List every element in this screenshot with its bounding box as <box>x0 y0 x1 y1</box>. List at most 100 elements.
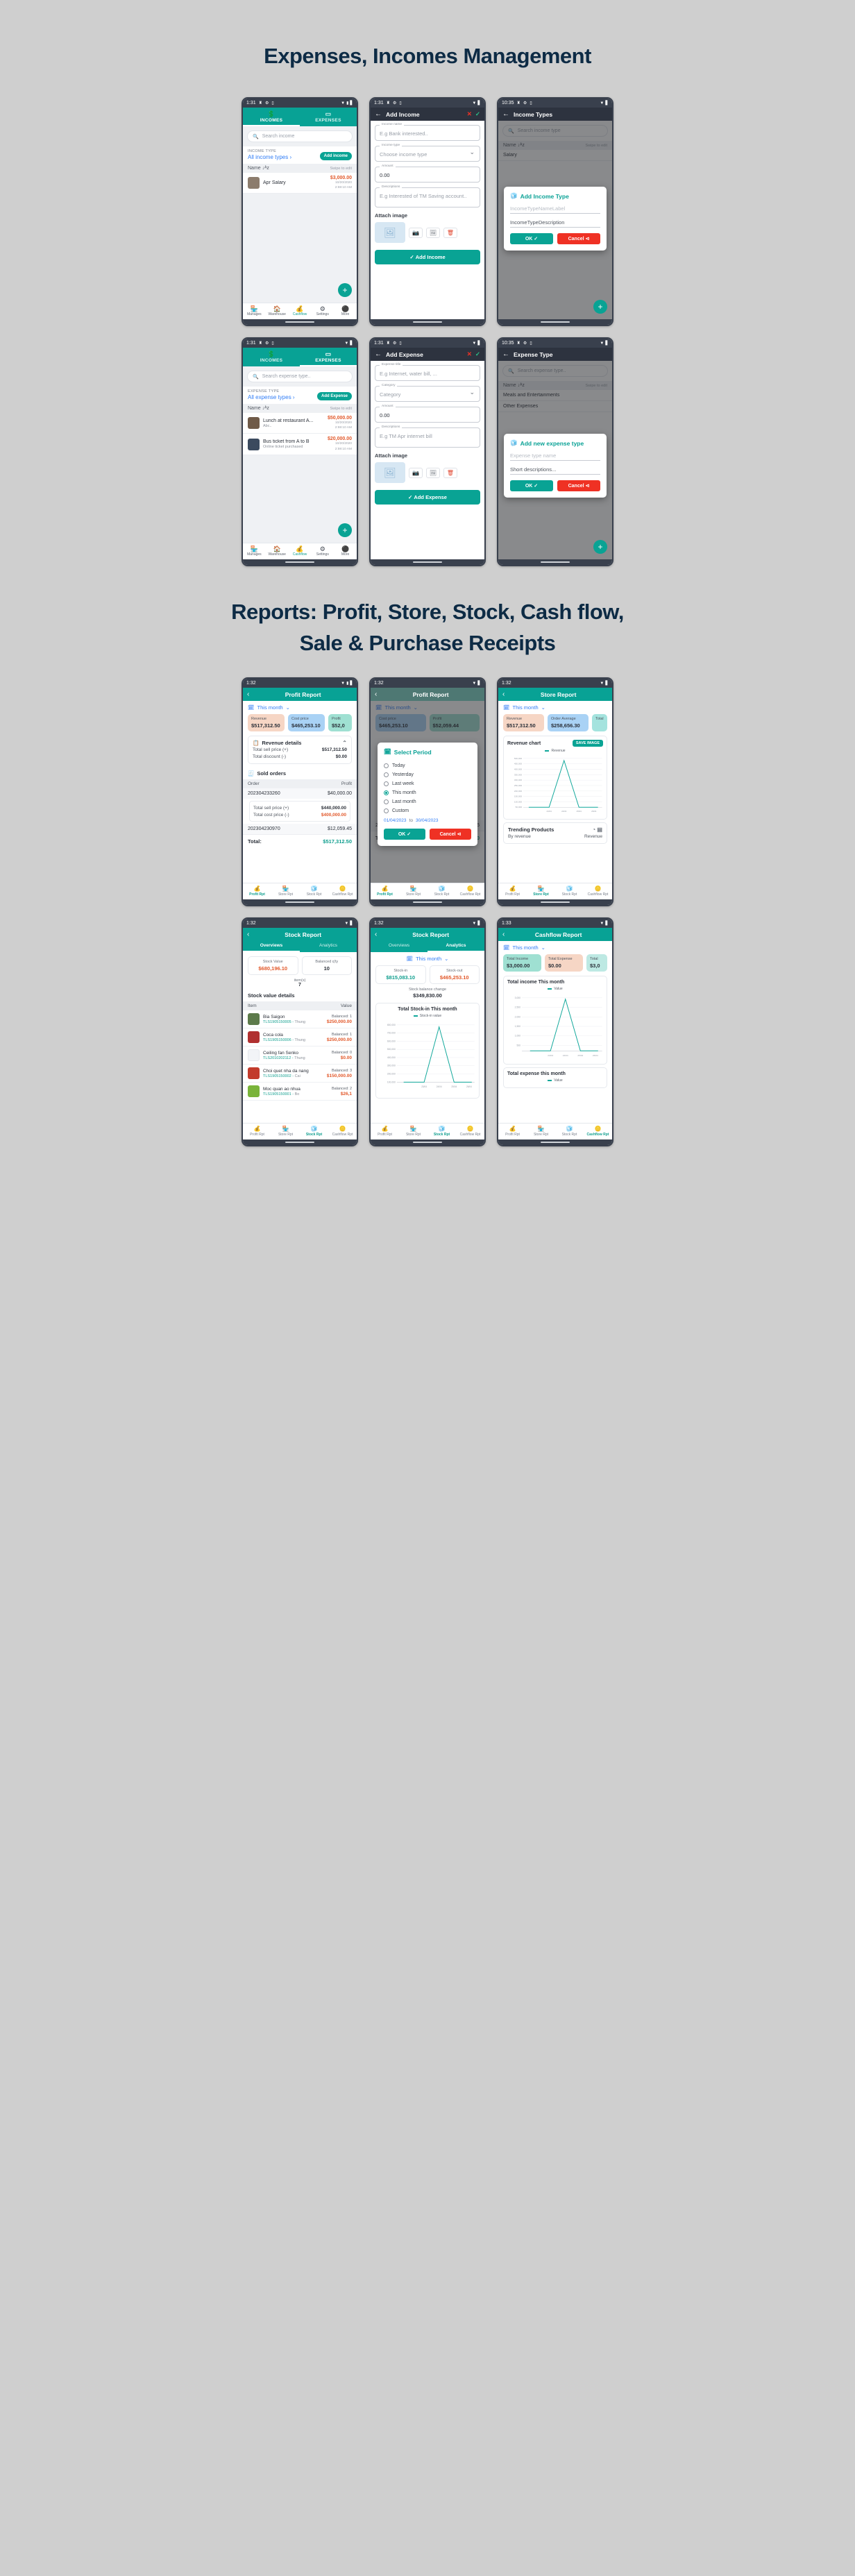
confirm-icon[interactable]: ✓ <box>475 350 480 358</box>
nav-cashflow[interactable]: 💰 Cashflow <box>289 545 312 557</box>
tab-incomes[interactable]: 💲 INCOMES <box>243 348 300 366</box>
back-icon[interactable]: ‹ <box>247 690 249 698</box>
nav-profit-rpt[interactable]: 💰 Profit Rpt <box>243 886 271 897</box>
dialog-ok-button[interactable]: OK ✓ <box>384 829 425 840</box>
add-expense-submit[interactable]: ✓ Add Expense <box>375 490 480 505</box>
table-row[interactable]: Bia Saigon TLS1905150005 - Thung Balance… <box>243 1010 357 1028</box>
period-option-today[interactable]: Today <box>384 761 471 770</box>
table-row[interactable]: Choi quet nha da nang TLS1905150002 - Ca… <box>243 1065 357 1083</box>
nav-stock-rpt[interactable]: 🧊 Stock Rpt <box>555 886 584 897</box>
table-row[interactable]: Ceiling fan Senko TLS2010202112 - Thung … <box>243 1046 357 1065</box>
sort-az-icon[interactable]: ↓ᴬz <box>262 166 269 171</box>
expense-title-field[interactable]: Expense title E.g Internet, water bill, … <box>375 363 480 381</box>
report-nav[interactable]: 💰 Profit Rpt 🏪 Store Rpt 🧊 Stock Rpt 🪙 Cashf… <box>371 1123 484 1139</box>
nav-cashflow-rpt[interactable]: 🪙 Cashflow Rpt <box>328 886 357 897</box>
period-selector[interactable]: 🗓 This month ⌄ <box>243 701 357 714</box>
back-icon[interactable]: ‹ <box>375 931 377 938</box>
back-icon[interactable]: ← <box>502 350 509 358</box>
date-to[interactable]: 30/04/2023 <box>416 818 439 823</box>
sort-az-icon[interactable]: ↓ᴬz <box>262 406 269 411</box>
dialog-cancel-button[interactable]: Cancel ⊲ <box>557 480 600 491</box>
table-row[interactable]: 202304233260 $40,000.00 <box>243 788 357 799</box>
sort-name-label[interactable]: Name <box>248 166 261 171</box>
report-nav[interactable]: 💰 Profit Rpt 🏪 Store Rpt 🧊 Stock Rpt 🪙 Cashf… <box>371 883 484 899</box>
nav-cashflow-rpt[interactable]: 🪙 Cashflow Rpt <box>456 886 484 897</box>
nav-profit-rpt[interactable]: 💰 Profit Rpt <box>498 886 527 897</box>
period-selector[interactable]: 🗓 This month ⌄ <box>498 701 612 714</box>
add-fab-button[interactable]: + <box>338 523 352 537</box>
nav-cashflow-rpt[interactable]: 🪙 Cashflow Rpt <box>456 1126 484 1137</box>
period-option-this-month[interactable]: This month <box>384 788 471 797</box>
nav-settings[interactable]: ⚙ Settings <box>311 545 334 557</box>
gallery-icon[interactable]: 🖼 <box>426 227 440 238</box>
back-icon[interactable]: ‹ <box>375 690 377 698</box>
bottom-nav[interactable]: 🏪 Manages 🏠 Warehouse 💰 Cashflow ⚙ Settings … <box>243 303 357 319</box>
dialog-cancel-button[interactable]: Cancel ⊲ <box>430 829 471 840</box>
tab-incomes[interactable]: 💲 INCOMES <box>243 108 300 126</box>
segment-overviews[interactable]: Overviews <box>371 941 427 952</box>
nav-cashflow-rpt[interactable]: 🪙 Cashflow Rpt <box>328 1126 357 1137</box>
custom-date-range[interactable]: 01/04/2023 to 30/04/2023 <box>384 815 471 827</box>
amount-field[interactable]: Amount 0.00 <box>375 164 480 183</box>
nav-manages[interactable]: 🏪 Manages <box>243 305 266 316</box>
nav-store-rpt[interactable]: 🏪 Store Rpt <box>399 886 427 897</box>
report-nav[interactable]: 💰 Profit Rpt 🏪 Store Rpt 🧊 Stock Rpt 🪙 Cashf… <box>243 883 357 899</box>
descriptions-field[interactable]: Descriptions E.g Interested of TM Saving… <box>375 185 480 207</box>
nav-stock-rpt[interactable]: 🧊 Stock Rpt <box>427 1126 456 1137</box>
period-option-last-month[interactable]: Last month <box>384 797 471 806</box>
table-row[interactable]: Coca cola TLS1905150006 - Thung Balanced… <box>243 1028 357 1046</box>
stock-segments[interactable]: Overviews Analytics <box>243 941 357 952</box>
back-icon[interactable]: ‹ <box>502 690 505 698</box>
income-type-filter[interactable]: INCOME TYPE All income types › Add incom… <box>243 146 357 164</box>
income-name-field[interactable]: Income name E.g Bank interested.. <box>375 123 480 141</box>
tab-expenses[interactable]: ▭ EXPENSES <box>300 348 357 366</box>
chevron-up-icon[interactable]: ⌃ <box>342 740 347 746</box>
back-icon[interactable]: ← <box>375 350 382 358</box>
period-option-last-week[interactable]: Last week <box>384 779 471 788</box>
dialog-ok-button[interactable]: OK ✓ <box>510 480 553 491</box>
nav-store-rpt[interactable]: 🏪 Store Rpt <box>527 886 555 897</box>
confirm-icon[interactable]: ✓ <box>475 110 480 118</box>
list-item[interactable]: Lunch at restaurant A... Abc.. $50,000.0… <box>243 413 357 434</box>
chart-toggle-icons[interactable]: ◔ ▤ <box>592 827 602 833</box>
close-icon[interactable]: ✕ <box>467 350 472 358</box>
nav-stock-rpt[interactable]: 🧊 Stock Rpt <box>555 1126 584 1137</box>
stock-segments[interactable]: Overviews Analytics <box>371 941 484 952</box>
segment-analytics[interactable]: Analytics <box>427 941 484 952</box>
back-icon[interactable]: ‹ <box>502 931 505 938</box>
expense-type-name-input[interactable]: Expense type name <box>510 452 600 461</box>
nav-more[interactable]: ⚫ More <box>334 305 357 316</box>
back-icon[interactable]: ‹ <box>247 931 249 938</box>
gallery-icon[interactable]: 🖼 <box>426 467 440 478</box>
nav-stock-rpt[interactable]: 🧊 Stock Rpt <box>300 1126 328 1137</box>
add-income-button[interactable]: Add income <box>319 152 352 160</box>
filter-value-wrap[interactable]: All expense types › <box>248 394 295 400</box>
nav-more[interactable]: ⚫ More <box>334 545 357 557</box>
table-row[interactable]: Moc quan ao nhua TLS1905150001 - Bo Bala… <box>243 1083 357 1101</box>
amount-field[interactable]: Amount 0.00 <box>375 405 480 423</box>
back-icon[interactable]: ← <box>502 110 509 118</box>
nav-profit-rpt[interactable]: 💰 Profit Rpt <box>371 886 399 897</box>
revenue-details-card[interactable]: 📋 Revenue details ⌃ Total sell price (+) $5… <box>248 736 352 764</box>
income-type-desc-input[interactable]: IncomeTypeDescription <box>510 219 600 228</box>
period-selector[interactable]: 🗓 This month ⌄ <box>498 941 612 954</box>
camera-icon[interactable]: 📷 <box>409 227 423 238</box>
nav-profit-rpt[interactable]: 💰 Profit Rpt <box>371 1126 399 1137</box>
nav-manages[interactable]: 🏪 Manages <box>243 545 266 557</box>
period-option-custom[interactable]: Custom <box>384 806 471 815</box>
table-row[interactable]: 202304230970 $12,059.45 <box>243 824 357 834</box>
expense-type-filter[interactable]: EXPENSE TYPE All expense types › Add Exp… <box>243 387 357 404</box>
segment-analytics[interactable]: Analytics <box>300 941 357 952</box>
income-type-field[interactable]: Income type Choose income type <box>375 144 480 162</box>
add-fab-button[interactable]: + <box>593 540 607 554</box>
sort-name-label[interactable]: Name <box>248 406 261 411</box>
nav-cashflow[interactable]: 💰 Cashflow <box>289 305 312 316</box>
nav-store-rpt[interactable]: 🏪 Store Rpt <box>271 1126 300 1137</box>
period-option-yesterday[interactable]: Yesterday <box>384 770 471 779</box>
nav-warehouse[interactable]: 🏠 Warehouse <box>266 545 289 557</box>
report-nav[interactable]: 💰 Profit Rpt 🏪 Store Rpt 🧊 Stock Rpt 🪙 Cashf… <box>498 883 612 899</box>
period-selector[interactable]: 🗓 This month ⌄ <box>371 952 484 965</box>
income-expense-tabs[interactable]: 💲 INCOMES ▭ EXPENSES <box>243 348 357 366</box>
nav-profit-rpt[interactable]: 💰 Profit Rpt <box>243 1126 271 1137</box>
nav-store-rpt[interactable]: 🏪 Store Rpt <box>399 1126 427 1137</box>
